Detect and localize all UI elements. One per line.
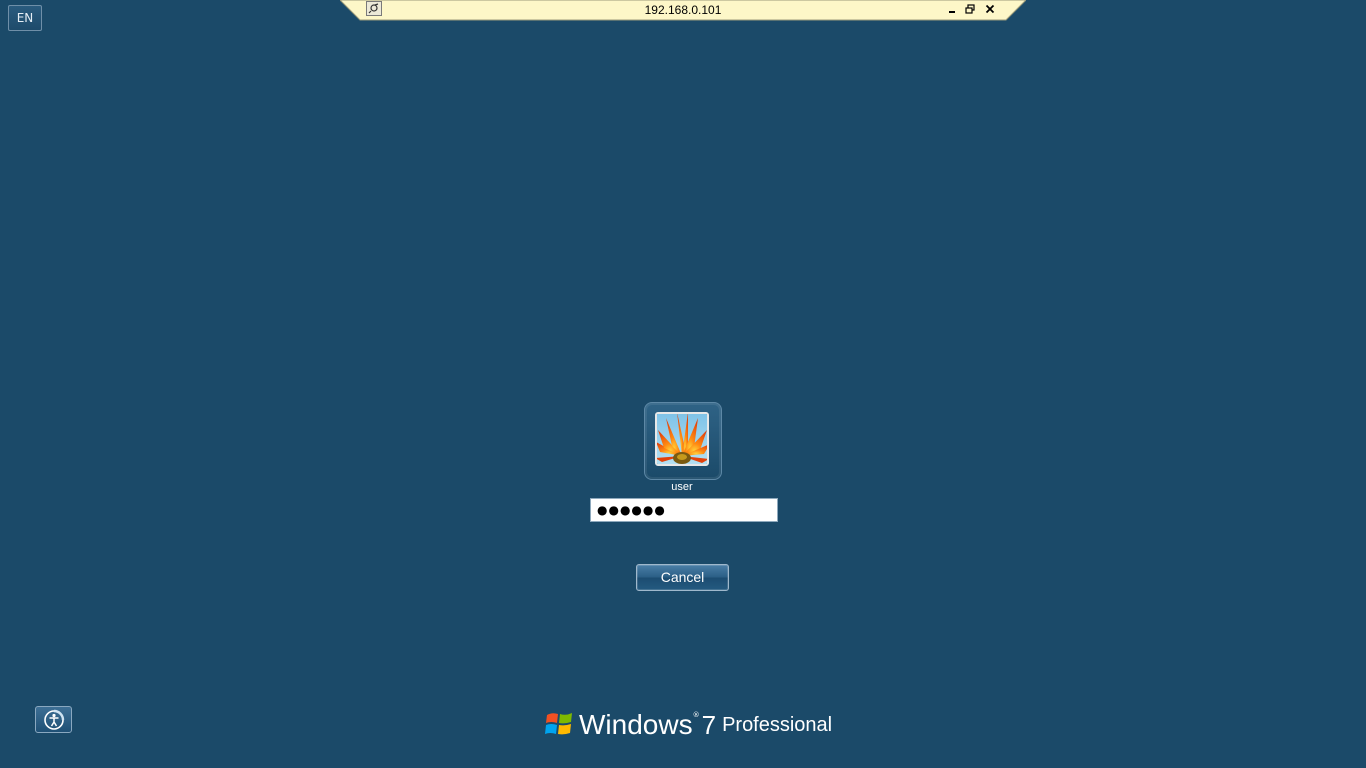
- connection-title: 192.168.0.101: [644, 3, 722, 17]
- windows-branding: Windows ® 7 Professional: [545, 703, 832, 743]
- logon-screen: EN 192.168.0.101 user ●●●●●● Cancel Wind…: [0, 0, 1366, 768]
- close-icon[interactable]: [982, 1, 998, 17]
- brand-edition: Professional: [722, 714, 833, 736]
- brand-version: 7: [701, 710, 717, 740]
- ease-of-access-button[interactable]: [35, 706, 72, 733]
- user-tile[interactable]: [644, 402, 722, 480]
- username-label: user: [671, 481, 693, 493]
- restore-icon[interactable]: [962, 1, 978, 17]
- windows-logo-icon: [545, 713, 572, 735]
- cancel-button[interactable]: Cancel: [636, 564, 729, 591]
- flower-picture-icon: [657, 414, 707, 464]
- user-picture: [655, 412, 709, 466]
- ease-of-access-icon: [43, 709, 64, 730]
- brand-word: Windows: [579, 709, 693, 740]
- registered-mark: ®: [692, 711, 700, 719]
- password-field[interactable]: ●●●●●●: [590, 498, 778, 522]
- connection-bar: 192.168.0.101: [340, 0, 1026, 21]
- language-indicator[interactable]: EN: [8, 5, 42, 31]
- minimize-icon[interactable]: [944, 1, 960, 17]
